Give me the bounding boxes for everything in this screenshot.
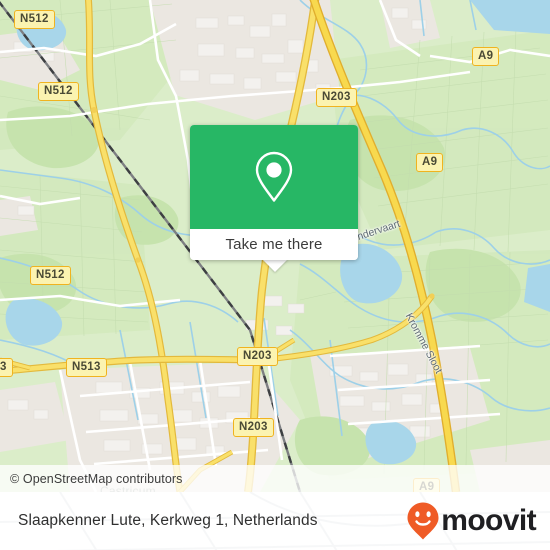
moovit-wordmark: moovit <box>441 504 536 537</box>
popup-card-tail <box>262 259 288 272</box>
moovit-map-page: Castricum andervaart Kromme Sloot N512 N… <box>0 0 550 550</box>
map-pin-icon <box>255 151 293 202</box>
moovit-logo[interactable]: moovit <box>406 501 537 541</box>
attribution-text: © OpenStreetMap contributors <box>10 471 183 486</box>
page-footer: Slaapkenner Lute, Kerkweg 1, Netherlands… <box>0 492 550 550</box>
destination-popup-card[interactable]: Take me there <box>190 125 358 260</box>
road-shield-n513-west[interactable]: 3 <box>0 358 13 377</box>
road-shield-n203-mid[interactable]: N203 <box>237 347 278 366</box>
popup-card-header <box>190 125 358 229</box>
take-me-there-button[interactable]: Take me there <box>190 229 358 260</box>
road-shield-n513[interactable]: N513 <box>66 358 107 377</box>
road-shield-a9-mid[interactable]: A9 <box>416 153 444 172</box>
location-title: Slaapkenner Lute, Kerkweg 1, Netherlands <box>18 512 318 529</box>
moovit-smiley-pin-icon <box>407 502 439 540</box>
map-attribution: © OpenStreetMap contributors <box>0 465 550 492</box>
road-shield-a9-top[interactable]: A9 <box>472 47 500 66</box>
road-shield-n512-mid[interactable]: N512 <box>30 266 71 285</box>
road-shield-n512-upper[interactable]: N512 <box>38 82 79 101</box>
road-shield-n203-top[interactable]: N203 <box>316 88 357 107</box>
take-me-there-label: Take me there <box>225 236 323 253</box>
road-shield-n512-top[interactable]: N512 <box>14 10 55 29</box>
road-shield-n203-lower[interactable]: N203 <box>233 418 274 437</box>
